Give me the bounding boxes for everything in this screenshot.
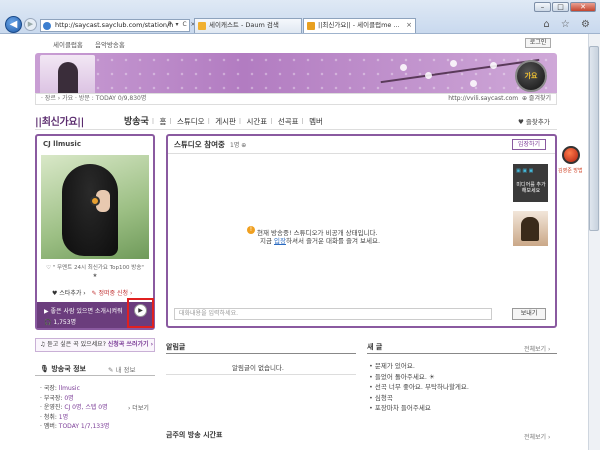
back-button[interactable]: ◀ xyxy=(5,16,22,33)
nav-studio[interactable]: 스튜디오 xyxy=(177,117,205,126)
sayclub-home-link[interactable]: 세이클럽홈 xyxy=(53,41,83,49)
list-item[interactable]: 선곡 너무 좋아요. 부탁하나할게요. xyxy=(369,382,469,393)
add-favorite-link[interactable]: ⊕ 즐겨찾기 xyxy=(522,95,551,102)
tab-label: 세이캐스트 - Daum 검색 xyxy=(209,21,279,29)
notice-empty-message: 알림글이 없습니다. xyxy=(232,364,284,372)
view-all-schedule-link[interactable]: 전체보기 › xyxy=(524,432,550,441)
star-add-button[interactable]: ♥ 스타추가 › xyxy=(52,290,86,297)
headphone-icon xyxy=(90,196,100,206)
new-posts-list: 문제가 있어요. 들었어 돌아주세요. ☀ 선곡 너무 좋아요. 부탁하나할게요… xyxy=(369,361,469,414)
blossom xyxy=(400,64,407,71)
list-item[interactable]: 포장마차 들어주세요 xyxy=(369,403,469,414)
info-icon: ! xyxy=(247,226,255,234)
listener-count: 🎧 1,753명 xyxy=(44,319,77,326)
tab-label: ||최신가요|| - 세이클럽me ... xyxy=(318,21,400,29)
studio-title: 스튜디오 참여중 xyxy=(174,140,225,149)
blossom xyxy=(450,60,457,67)
request-prompt: ♫ 듣고 싶은 곡 있으세요? xyxy=(40,341,108,348)
nav-board[interactable]: 게시판 xyxy=(215,117,236,126)
floating-widget-label: 김영준 방법 xyxy=(558,168,583,174)
tab-my-info[interactable]: ✎ 내 정보 xyxy=(108,364,136,374)
window-controls: – □ ✕ xyxy=(534,2,596,12)
nav-playlist[interactable]: 선곡표 xyxy=(278,117,299,126)
studio-join-link[interactable]: 입장 xyxy=(274,237,286,245)
station-info-list: · 국장: llmusic · 부국장: 0명 · 운영진: CJ 0명, 스텝… xyxy=(40,384,109,432)
join-studio-button[interactable]: 입장하기 xyxy=(512,139,546,150)
info-row: · 청취: 1명 xyxy=(40,413,69,421)
notice-title: 알림글 xyxy=(166,343,186,351)
favorite-add-button[interactable]: ♥ 즐찾추가 xyxy=(518,116,550,126)
list-item[interactable]: 심청곡 xyxy=(369,393,469,404)
channel-title: ||최신가요|| xyxy=(35,117,85,128)
info-row: · 멤버: TODAY 1/7,133명 xyxy=(40,423,110,430)
browser-tools[interactable]: ⌂ ☆ ⚙ xyxy=(543,19,594,30)
minimize-button[interactable]: – xyxy=(534,2,551,12)
schedule-title: 금주의 방송 시간표 xyxy=(166,431,223,439)
blossom xyxy=(490,62,497,69)
genre-badge: 가요 xyxy=(515,60,547,92)
site-top-links: 세이클럽홈 음악방송홈 xyxy=(53,39,135,49)
scrollbar-thumb[interactable] xyxy=(589,46,599,231)
studio-participant-count: 1명 ⊕ xyxy=(230,142,247,149)
studio-join-message: 지금 입장하셔서 즐거운 대화를 즐겨 보세요. xyxy=(260,237,381,245)
profile-actions: ♥ 스타추가 › ✎ 정떠중 신청 › xyxy=(52,288,136,297)
nav-station: 방송국 xyxy=(124,117,149,127)
chat-input[interactable]: 대화내용을 입력하세요. xyxy=(174,308,492,320)
address-tools[interactable]: P ▾ C × xyxy=(168,21,197,28)
blossom xyxy=(470,80,477,87)
song-request-bar[interactable]: ♫ 듣고 싶은 곡 있으세요? 신청곡 쓰러가기 › xyxy=(35,338,155,352)
list-item[interactable]: 문제가 있어요. xyxy=(369,361,469,372)
divider xyxy=(168,153,555,154)
tab-close-icon[interactable]: × xyxy=(406,19,412,32)
report-button[interactable]: ✎ 정떠중 신청 › xyxy=(92,290,133,297)
nav-schedule[interactable]: 시간표 xyxy=(247,117,268,126)
divider xyxy=(35,129,557,130)
info-row: · 부국장: 0명 xyxy=(40,394,74,402)
new-posts-title: 새 글 xyxy=(367,343,383,351)
now-playing-title: ▶ 좋은 사람 있으면 소개시켜줘 xyxy=(44,308,123,315)
dj-name: CJ llmusic xyxy=(43,140,81,148)
station-info-bar: · 장르 › 가요 · 방문 : TODAY 0/9,830명 http://v… xyxy=(35,93,557,105)
divider xyxy=(367,353,557,354)
more-info-link[interactable]: › 더보기 xyxy=(128,403,149,412)
dj-quote: ♡ " 무멘트 24시 최신가요 Top100 방송" ★ xyxy=(46,265,144,279)
close-button[interactable]: ✕ xyxy=(570,2,596,12)
dj-photo-hair xyxy=(62,164,118,256)
login-button[interactable]: 로그인 xyxy=(525,38,551,48)
media-add-text: 미디어를 추가해보세요 xyxy=(516,182,546,194)
music-home-link[interactable]: 음악방송홈 xyxy=(95,41,125,49)
floating-widget-icon[interactable] xyxy=(562,146,580,164)
tab-station-info[interactable]: 🎙 방송국 정보 xyxy=(40,364,86,374)
page-icon xyxy=(43,22,51,30)
sayclub-icon xyxy=(307,22,315,30)
media-icons: ▣ ▣ ▣ xyxy=(516,168,534,174)
info-row: · 국장: llmusic xyxy=(40,385,80,392)
view-all-posts-link[interactable]: 전체보기 › xyxy=(524,344,550,353)
info-row: · 운영진: CJ 0명, 스텝 0명 xyxy=(40,404,108,411)
station-nav: 방송국 I 홈I 스튜디오 I 게시판 I 시간표 I 선곡표 I 멤버 xyxy=(124,117,323,127)
play-button-highlight xyxy=(127,298,154,328)
divider xyxy=(166,374,356,375)
send-button[interactable]: 보내기 xyxy=(512,308,546,320)
tab-search[interactable]: 세이캐스트 - Daum 검색 xyxy=(194,18,302,33)
divider xyxy=(166,353,356,354)
daum-icon xyxy=(198,22,206,30)
nav-home[interactable]: 홈 xyxy=(159,117,166,126)
blossom xyxy=(425,72,432,79)
station-url: http://vvili.saycast.com ⊕ 즐겨찾기 xyxy=(448,95,551,102)
banner-figure xyxy=(58,62,78,96)
forward-button[interactable]: ▶ xyxy=(24,18,37,31)
list-item[interactable]: 들었어 돌아주세요. ☀ xyxy=(369,372,469,383)
visit-stats: · 장르 › 가요 · 방문 : TODAY 0/9,830명 xyxy=(41,95,147,102)
request-link[interactable]: 신청곡 쓰러가기 › xyxy=(108,341,153,348)
tab-station[interactable]: ||최신가요|| - 세이클럽me ... × xyxy=(303,18,416,33)
nav-members[interactable]: 멤버 xyxy=(309,117,323,126)
maximize-button[interactable]: □ xyxy=(552,2,569,12)
promo-figure xyxy=(521,217,539,241)
